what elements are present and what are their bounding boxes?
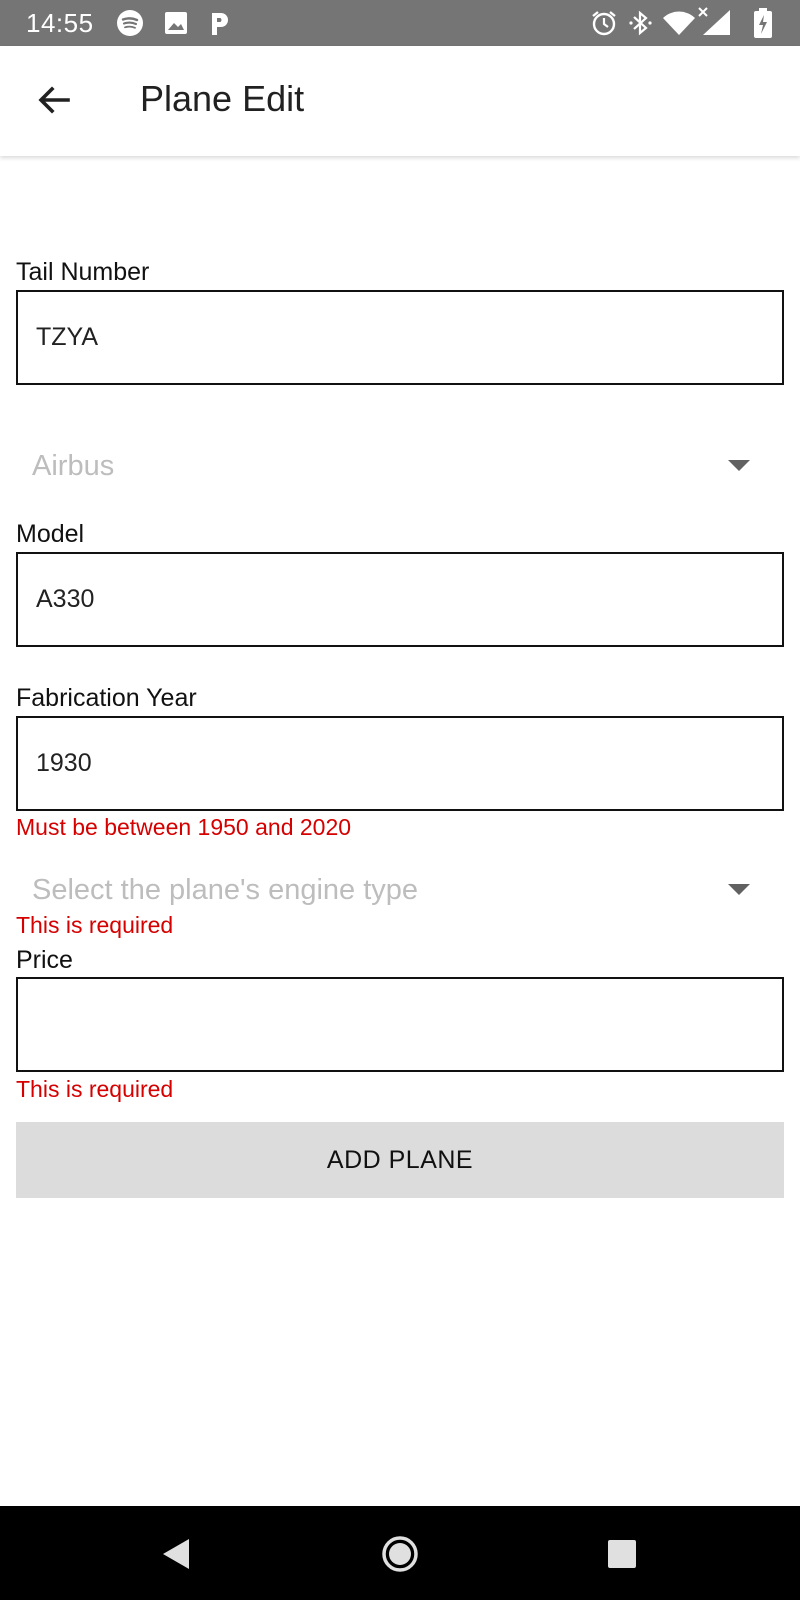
arrow-back-icon — [38, 86, 70, 114]
nav-back-icon — [163, 1539, 189, 1569]
price-label: Price — [16, 946, 73, 974]
parking-icon — [208, 10, 232, 41]
tail-number-label: Tail Number — [16, 258, 150, 286]
bluetooth-icon — [628, 9, 654, 42]
nav-recents-icon — [608, 1540, 636, 1568]
fabrication-year-error: Must be between 1950 and 2020 — [16, 814, 352, 840]
add-plane-button[interactable]: ADD PLANE — [16, 1122, 784, 1198]
engine-type-error: This is required — [16, 912, 174, 938]
alarm-icon — [590, 9, 618, 42]
wifi-icon — [662, 10, 696, 41]
model-input[interactable] — [16, 552, 784, 647]
image-icon — [164, 11, 188, 40]
dropdown-arrow-icon — [728, 884, 750, 895]
cellular-signal-icon — [697, 6, 731, 41]
manufacturer-dropdown[interactable]: Airbus — [16, 438, 768, 498]
spotify-icon — [116, 9, 144, 42]
price-input[interactable] — [16, 977, 784, 1072]
back-button[interactable] — [26, 72, 82, 128]
dropdown-arrow-icon — [728, 460, 750, 471]
nav-back-button[interactable] — [154, 1532, 198, 1576]
model-label: Model — [16, 520, 85, 548]
nav-recents-button[interactable] — [600, 1532, 644, 1576]
fabrication-year-label: Fabrication Year — [16, 684, 197, 712]
status-time: 14:55 — [26, 8, 94, 38]
nav-home-icon — [382, 1536, 418, 1572]
page-title: Plane Edit — [140, 78, 305, 119]
battery-charging-icon — [754, 8, 772, 43]
navigation-bar — [0, 1506, 800, 1600]
fabrication-year-input[interactable] — [16, 716, 784, 811]
nav-home-button[interactable] — [378, 1532, 422, 1576]
manufacturer-selected-value: Airbus — [32, 450, 115, 482]
app-bar: Plane Edit — [0, 46, 800, 156]
tail-number-input[interactable] — [16, 290, 784, 385]
price-error: This is required — [16, 1076, 174, 1102]
engine-type-placeholder: Select the plane's engine type — [32, 874, 419, 906]
status-bar: 14:55 — [0, 0, 800, 46]
